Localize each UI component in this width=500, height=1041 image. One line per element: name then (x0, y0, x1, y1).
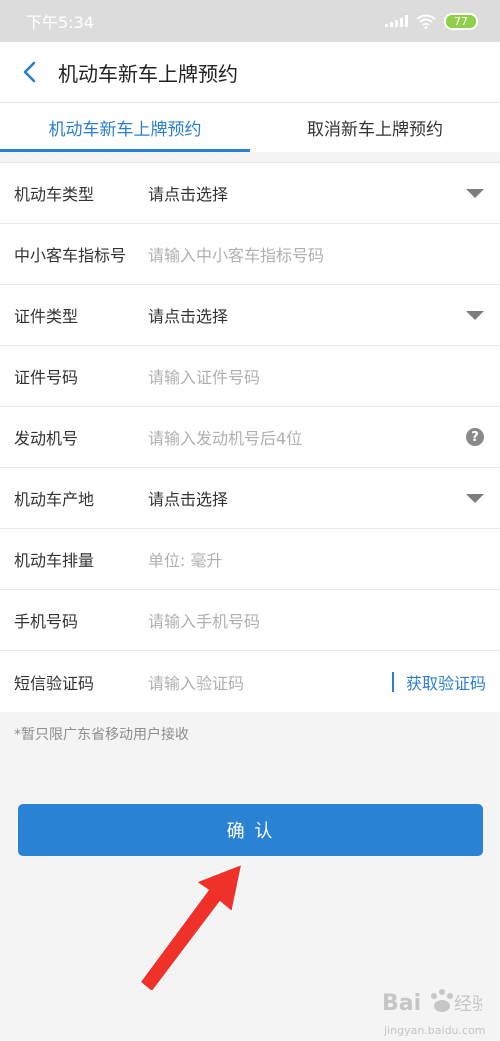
field-label: 中小客车指标号 (14, 246, 127, 265)
select-value: 请点击选择 (148, 185, 229, 204)
dropdown-arrow-icon (466, 493, 484, 503)
svg-text:经验: 经验 (454, 994, 482, 1015)
status-bar: 下午5:34 77 (0, 0, 500, 42)
input-placeholder: 请输入中小客车指标号码 (148, 246, 325, 265)
id-number-field[interactable]: 证件号码 请输入证件号码 (0, 346, 500, 407)
input-placeholder: 请输入发动机号后4位 (148, 429, 303, 448)
tab-label: 机动车新车上牌预约 (48, 120, 202, 140)
dropdown-arrow-icon (466, 310, 484, 320)
input-placeholder: 单位: 毫升 (148, 551, 223, 570)
field-label: 短信验证码 (14, 673, 95, 693)
wifi-icon (416, 14, 436, 29)
origin-select[interactable]: 机动车产地 请点击选择 (0, 468, 500, 529)
battery-icon: 77 (444, 12, 478, 30)
vehicle-type-select[interactable]: 机动车类型 请点击选择 (0, 163, 500, 224)
input-placeholder: 请输入手机号码 (148, 612, 261, 631)
status-time: 下午5:34 (26, 13, 94, 32)
sms-note: *暂只限广东省移动用户接收 (14, 727, 189, 743)
field-label: 证件号码 (14, 368, 79, 387)
engine-number-field[interactable]: 发动机号 请输入发动机号后4位 ? (0, 407, 500, 468)
status-icons: 77 (385, 12, 478, 30)
input-placeholder: 请输入验证码 (148, 673, 245, 693)
field-label: 机动车排量 (14, 551, 95, 570)
annotation-arrow (138, 862, 244, 990)
back-button[interactable] (0, 42, 58, 102)
chevron-left-icon (23, 61, 36, 83)
tab-cancel-appointment[interactable]: 取消新车上牌预约 (250, 103, 500, 152)
displacement-field[interactable]: 机动车排量 单位: 毫升 (0, 529, 500, 590)
input-placeholder: 请输入证件号码 (148, 368, 261, 387)
appointment-form: 机动车类型 请点击选择 中小客车指标号 请输入中小客车指标号码 证件类型 请点击… (0, 162, 500, 712)
id-type-select[interactable]: 证件类型 请点击选择 (0, 285, 500, 346)
battery-level: 77 (454, 14, 468, 28)
get-sms-code-button[interactable]: 获取验证码 (406, 670, 486, 694)
dropdown-arrow-icon (466, 188, 484, 198)
watermark-url: jingyan.baidu.com (384, 1024, 486, 1037)
signal-icon (385, 15, 408, 27)
page-title: 机动车新车上牌预约 (58, 61, 238, 86)
select-value: 请点击选择 (148, 490, 229, 509)
baidu-watermark-logo: Bai 经验 (382, 989, 482, 1016)
phone-field[interactable]: 手机号码 请输入手机号码 (0, 590, 500, 651)
divider (391, 671, 394, 692)
field-label: 证件类型 (14, 307, 79, 326)
header: 机动车新车上牌预约 (0, 42, 500, 102)
tab-label: 取消新车上牌预约 (307, 120, 443, 140)
field-label: 发动机号 (14, 429, 79, 448)
field-label: 机动车类型 (14, 185, 95, 204)
field-label: 机动车产地 (14, 490, 95, 509)
tab-bar: 机动车新车上牌预约 取消新车上牌预约 (0, 102, 500, 152)
tab-new-plate-appointment[interactable]: 机动车新车上牌预约 (0, 103, 250, 152)
sms-code-field[interactable]: 短信验证码 请输入验证码 获取验证码 (0, 651, 500, 712)
svg-text:Bai: Bai (382, 991, 421, 1016)
field-label: 手机号码 (14, 612, 79, 631)
quota-number-field[interactable]: 中小客车指标号 请输入中小客车指标号码 (0, 224, 500, 285)
help-icon[interactable]: ? (466, 428, 484, 446)
confirm-label: 确 认 (226, 821, 275, 842)
confirm-button[interactable]: 确 认 (18, 804, 483, 856)
select-value: 请点击选择 (148, 307, 229, 326)
